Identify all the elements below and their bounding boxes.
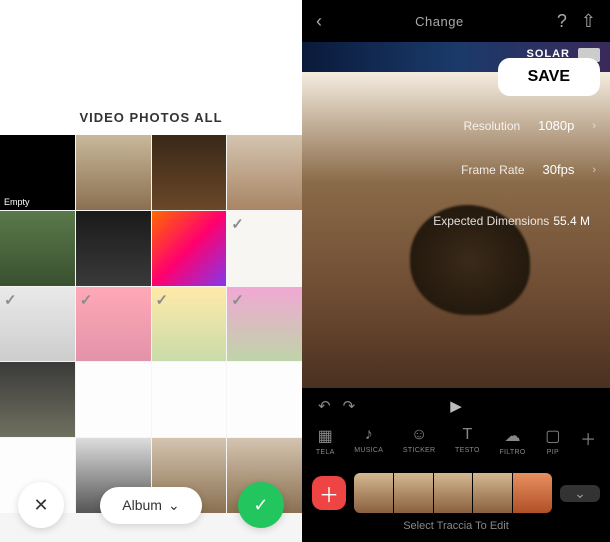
picker-tabs[interactable]: VIDEO PHOTOS ALL — [0, 110, 302, 125]
media-thumb[interactable] — [0, 362, 75, 437]
media-thumb[interactable] — [76, 211, 151, 286]
grid-icon: ▦ — [318, 426, 333, 446]
media-thumb-selected[interactable]: ✓ — [152, 287, 227, 362]
undo-button[interactable]: ↶ — [318, 397, 331, 415]
check-icon: ✓ — [253, 495, 268, 516]
picker-bottom-controls: ✕ Album ⌄ ✓ — [0, 482, 302, 528]
tool-canvas[interactable]: ▦TELA — [316, 426, 335, 456]
select-track-label: Select Traccia To Edit — [302, 520, 610, 532]
back-button[interactable]: ‹ — [316, 11, 322, 32]
clip-end-marker[interactable]: ⌄ — [560, 485, 600, 502]
text-icon: T — [463, 426, 473, 444]
cloud-icon: ☁ — [505, 426, 521, 446]
timeline: ＋ ⌄ — [302, 468, 610, 518]
setting-label: Resolution — [463, 119, 520, 133]
thumb-label: Empty — [4, 197, 30, 207]
header-title: Change — [415, 14, 464, 29]
tool-more[interactable]: ＋ — [580, 426, 596, 456]
tool-text[interactable]: TTESTO — [455, 426, 480, 456]
check-icon: ✓ — [231, 291, 249, 309]
tool-bar: ▦TELA ♪MUSICA ☺STICKER TTESTO ☁FILTRO ▢P… — [302, 424, 610, 458]
setting-value: 1080p — [538, 118, 574, 133]
clip-strip[interactable] — [354, 473, 552, 513]
setting-label: Frame Rate — [461, 163, 524, 177]
playback-controls: ↶ ↷ ▶ — [302, 394, 610, 418]
close-button[interactable]: ✕ — [18, 482, 64, 528]
pip-icon: ▢ — [545, 426, 560, 446]
media-thumb[interactable] — [227, 362, 302, 437]
add-clip-button[interactable]: ＋ — [312, 476, 346, 510]
media-thumb[interactable] — [152, 211, 227, 286]
tool-music[interactable]: ♪MUSICA — [354, 426, 383, 456]
media-thumb-selected[interactable]: ✓ — [227, 287, 302, 362]
chevron-down-icon: ⌄ — [168, 497, 180, 514]
media-thumb[interactable] — [152, 135, 227, 210]
play-button[interactable]: ▶ — [450, 397, 462, 415]
music-icon: ♪ — [365, 426, 373, 444]
setting-label: Expected Dimensions — [433, 214, 549, 228]
chevron-right-icon: › — [592, 164, 596, 176]
save-button[interactable]: SAVE — [498, 58, 600, 96]
help-icon[interactable]: ? — [557, 11, 567, 32]
close-icon: ✕ — [34, 495, 49, 516]
album-label: Album — [122, 497, 162, 513]
add-icon: ＋ — [580, 426, 596, 450]
media-thumb[interactable] — [0, 211, 75, 286]
check-icon: ✓ — [231, 215, 249, 233]
editor-panel: ‹ Change ? ⇧ SOLAR SAVE Resolution 1080p… — [302, 0, 610, 542]
media-thumb[interactable] — [227, 135, 302, 210]
dimensions-info: Expected Dimensions 55.4 M — [433, 214, 590, 228]
check-icon: ✓ — [4, 291, 22, 309]
share-icon[interactable]: ⇧ — [581, 11, 596, 32]
media-thumb-selected[interactable]: ✓ — [227, 211, 302, 286]
check-icon: ✓ — [156, 291, 174, 309]
setting-value: 30fps — [543, 162, 575, 177]
timeline-clip[interactable] — [513, 473, 552, 513]
chevron-right-icon: › — [592, 120, 596, 132]
framerate-setting[interactable]: Frame Rate 30fps › — [461, 162, 596, 177]
smile-icon: ☺ — [411, 426, 427, 444]
media-thumb[interactable] — [76, 362, 151, 437]
media-thumb[interactable] — [76, 135, 151, 210]
resolution-setting[interactable]: Resolution 1080p › — [463, 118, 596, 133]
media-thumb[interactable] — [152, 362, 227, 437]
confirm-button[interactable]: ✓ — [238, 482, 284, 528]
timeline-clip[interactable] — [473, 473, 512, 513]
redo-button[interactable]: ↷ — [343, 397, 356, 415]
media-thumb-selected[interactable]: ✓ — [0, 287, 75, 362]
album-selector[interactable]: Album ⌄ — [100, 487, 201, 524]
tool-filter[interactable]: ☁FILTRO — [499, 426, 525, 456]
tool-pip[interactable]: ▢PIP — [545, 426, 560, 456]
media-thumb-empty[interactable]: Empty — [0, 135, 75, 210]
media-picker-panel: VIDEO PHOTOS ALL Empty ✓ ✓ ✓ ✓ ✓ ✕ Album — [0, 0, 302, 542]
tool-sticker[interactable]: ☺STICKER — [403, 426, 435, 456]
media-thumb-selected[interactable]: ✓ — [76, 287, 151, 362]
media-grid: Empty ✓ ✓ ✓ ✓ ✓ — [0, 135, 302, 513]
timeline-clip[interactable] — [394, 473, 433, 513]
timeline-clip[interactable] — [354, 473, 393, 513]
timeline-clip[interactable] — [434, 473, 473, 513]
check-icon: ✓ — [80, 291, 98, 309]
setting-value: 55.4 M — [553, 214, 590, 228]
editor-header: ‹ Change ? ⇧ — [302, 0, 610, 42]
